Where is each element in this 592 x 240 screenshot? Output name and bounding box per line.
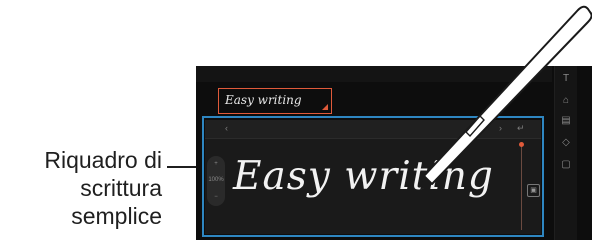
field-resize-corner <box>322 104 328 110</box>
panel-enter-icon[interactable]: ↵ <box>517 123 525 134</box>
text-icon[interactable]: T <box>559 72 573 86</box>
app-top-bar <box>196 66 552 82</box>
panel-back-icon[interactable]: ‹ <box>225 123 228 133</box>
callout-label: Riquadro di scrittura semplice <box>0 146 162 230</box>
device-screen: Easy writing ‹ › ↵ + 100% − Easy writing… <box>196 66 592 240</box>
panel-next-icon[interactable]: › <box>499 123 502 133</box>
convert-icon[interactable]: ▢ <box>559 158 573 172</box>
side-toolbar: T ⌂ ▤ ◇ ▢ <box>554 66 577 240</box>
callout-line-1: Riquadro di <box>44 147 162 173</box>
panel-convert-button[interactable]: ▣ <box>527 184 540 197</box>
handwriting-panel-toolbar: ‹ › ↵ <box>205 120 541 139</box>
insert-text-icon[interactable]: ▤ <box>559 114 573 128</box>
text-field-value: Easy writing <box>225 93 302 107</box>
handwritten-text: Easy writing <box>233 154 494 199</box>
eraser-icon[interactable]: ◇ <box>559 136 573 150</box>
highlighter-icon[interactable]: ⌂ <box>559 94 573 108</box>
writing-cursor-handle[interactable] <box>519 142 524 147</box>
zoom-minus-icon: − <box>214 194 218 200</box>
handwriting-panel[interactable]: ‹ › ↵ + 100% − Easy writing ▣ <box>205 120 541 234</box>
writing-cursor-line <box>521 146 522 230</box>
text-input-field[interactable]: Easy writing <box>218 88 332 114</box>
callout-line-3: semplice <box>71 203 162 229</box>
callout-line-2: scrittura <box>80 175 162 201</box>
zoom-plus-icon: + <box>214 161 218 167</box>
zoom-slider[interactable]: + 100% − <box>207 156 225 206</box>
zoom-level: 100% <box>208 177 224 183</box>
